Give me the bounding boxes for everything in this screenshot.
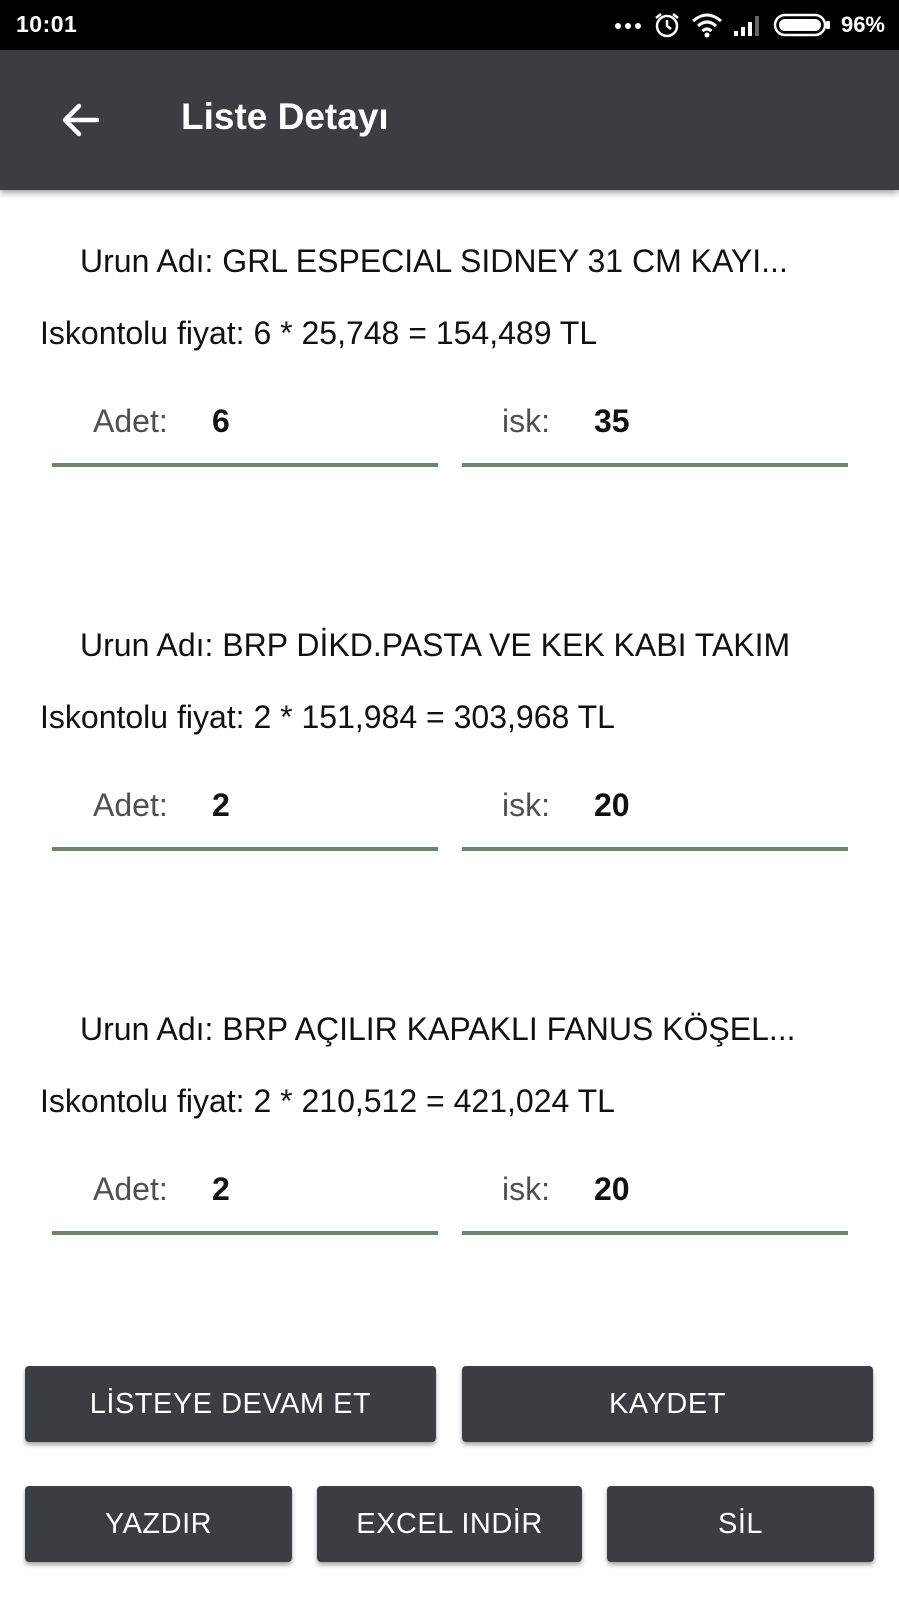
discounted-price: Iskontolu fiyat: 2 * 151,984 = 303,968 T…	[40, 699, 615, 735]
page-title: Liste Detayı	[181, 96, 389, 137]
quantity-value[interactable]: 2	[212, 1171, 230, 1208]
continue-list-button[interactable]: LİSTEYE DEVAM ET	[25, 1366, 436, 1442]
quantity-value[interactable]: 6	[212, 403, 230, 440]
app-bar: Liste Detayı	[0, 50, 899, 190]
wifi-icon	[691, 12, 723, 38]
more-dots-icon	[613, 20, 643, 30]
discount-label: isk:	[502, 787, 550, 823]
arrow-back-icon	[62, 103, 100, 137]
list-item: Urun Adı: BRP AÇILIR KAPAKLI FANUS KÖŞEL…	[0, 1011, 899, 1311]
quantity-field[interactable]: Adet: 6	[52, 393, 438, 467]
discount-field[interactable]: isk: 35	[462, 393, 848, 467]
discount-value[interactable]: 20	[594, 787, 630, 824]
status-time: 10:01	[16, 11, 78, 37]
quantity-label: Adet:	[93, 787, 168, 823]
discount-label: isk:	[502, 403, 550, 439]
back-button[interactable]	[55, 94, 107, 146]
discount-field[interactable]: isk: 20	[462, 777, 848, 851]
save-button[interactable]: KAYDET	[462, 1366, 873, 1442]
signal-icon	[733, 13, 763, 37]
battery-percent: 96%	[840, 12, 885, 37]
product-name: Urun Adı: GRL ESPECIAL SIDNEY 31 CM KAYI…	[80, 243, 788, 279]
status-bar: 10:01 96%	[0, 0, 899, 50]
quantity-value[interactable]: 2	[212, 787, 230, 824]
product-name: Urun Adı: BRP DİKD.PASTA VE KEK KABI TAK…	[80, 627, 791, 663]
quantity-label: Adet:	[93, 1171, 168, 1207]
product-name: Urun Adı: BRP AÇILIR KAPAKLI FANUS KÖŞEL…	[80, 1011, 796, 1047]
quantity-field[interactable]: Adet: 2	[52, 777, 438, 851]
discount-field[interactable]: isk: 20	[462, 1161, 848, 1235]
list-item: Urun Adı: GRL ESPECIAL SIDNEY 31 CM KAYI…	[0, 243, 899, 543]
discount-value[interactable]: 35	[594, 403, 630, 440]
print-button[interactable]: YAZDIR	[25, 1486, 292, 1562]
excel-download-button[interactable]: EXCEL INDİR	[317, 1486, 582, 1562]
discounted-price: Iskontolu fiyat: 6 * 25,748 = 154,489 TL	[40, 315, 598, 351]
discount-label: isk:	[502, 1171, 550, 1207]
list-item: Urun Adı: BRP DİKD.PASTA VE KEK KABI TAK…	[0, 627, 899, 927]
quantity-field[interactable]: Adet: 2	[52, 1161, 438, 1235]
status-icons: 96%	[603, 9, 885, 41]
alarm-icon	[653, 11, 681, 39]
discounted-price: Iskontolu fiyat: 2 * 210,512 = 421,024 T…	[40, 1083, 615, 1119]
battery-icon	[773, 13, 831, 37]
delete-button[interactable]: SİL	[607, 1486, 874, 1562]
quantity-label: Adet:	[93, 403, 168, 439]
discount-value[interactable]: 20	[594, 1171, 630, 1208]
